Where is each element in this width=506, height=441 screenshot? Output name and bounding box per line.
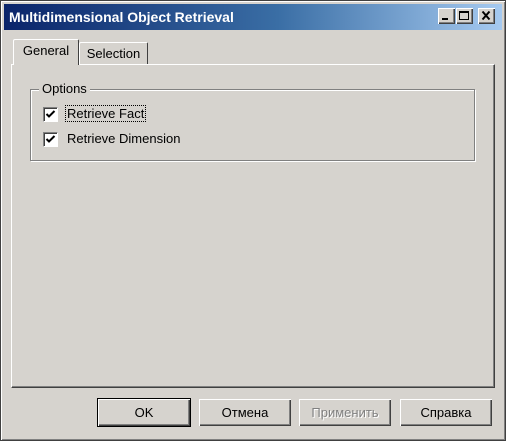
checkmark-icon [45,110,56,118]
general-tab-panel: Options Retrieve Fact Retrieve Dimension [11,64,495,388]
minimize-icon [442,18,448,20]
retrieve-fact-label: Retrieve Fact [65,105,147,122]
title-bar[interactable]: Multidimensional Object Retrieval [4,4,502,30]
retrieve-dimension-label: Retrieve Dimension [67,131,181,146]
tab-general-label: General [22,43,70,58]
apply-button: Применить [299,399,391,426]
tab-selection[interactable]: Selection [79,42,148,65]
maximize-icon [459,11,469,20]
close-button[interactable] [478,8,495,24]
window-title: Multidimensional Object Retrieval [9,9,234,25]
maximize-button[interactable] [456,8,473,24]
ok-button[interactable]: OK [98,399,190,426]
tab-general[interactable]: General [13,39,79,65]
retrieve-dimension-checkbox[interactable] [43,132,58,147]
help-button[interactable]: Справка [400,399,492,426]
minimize-button[interactable] [438,8,455,24]
options-groupbox: Options Retrieve Fact Retrieve Dimension [30,81,475,161]
dialog-window: Multidimensional Object Retrieval Genera… [0,0,506,441]
retrieve-fact-checkbox[interactable] [43,107,58,122]
close-icon [481,10,491,21]
cancel-button[interactable]: Отмена [199,399,291,426]
checkmark-icon [45,135,56,143]
tab-selection-label: Selection [86,46,141,61]
options-group-label: Options [39,81,90,96]
